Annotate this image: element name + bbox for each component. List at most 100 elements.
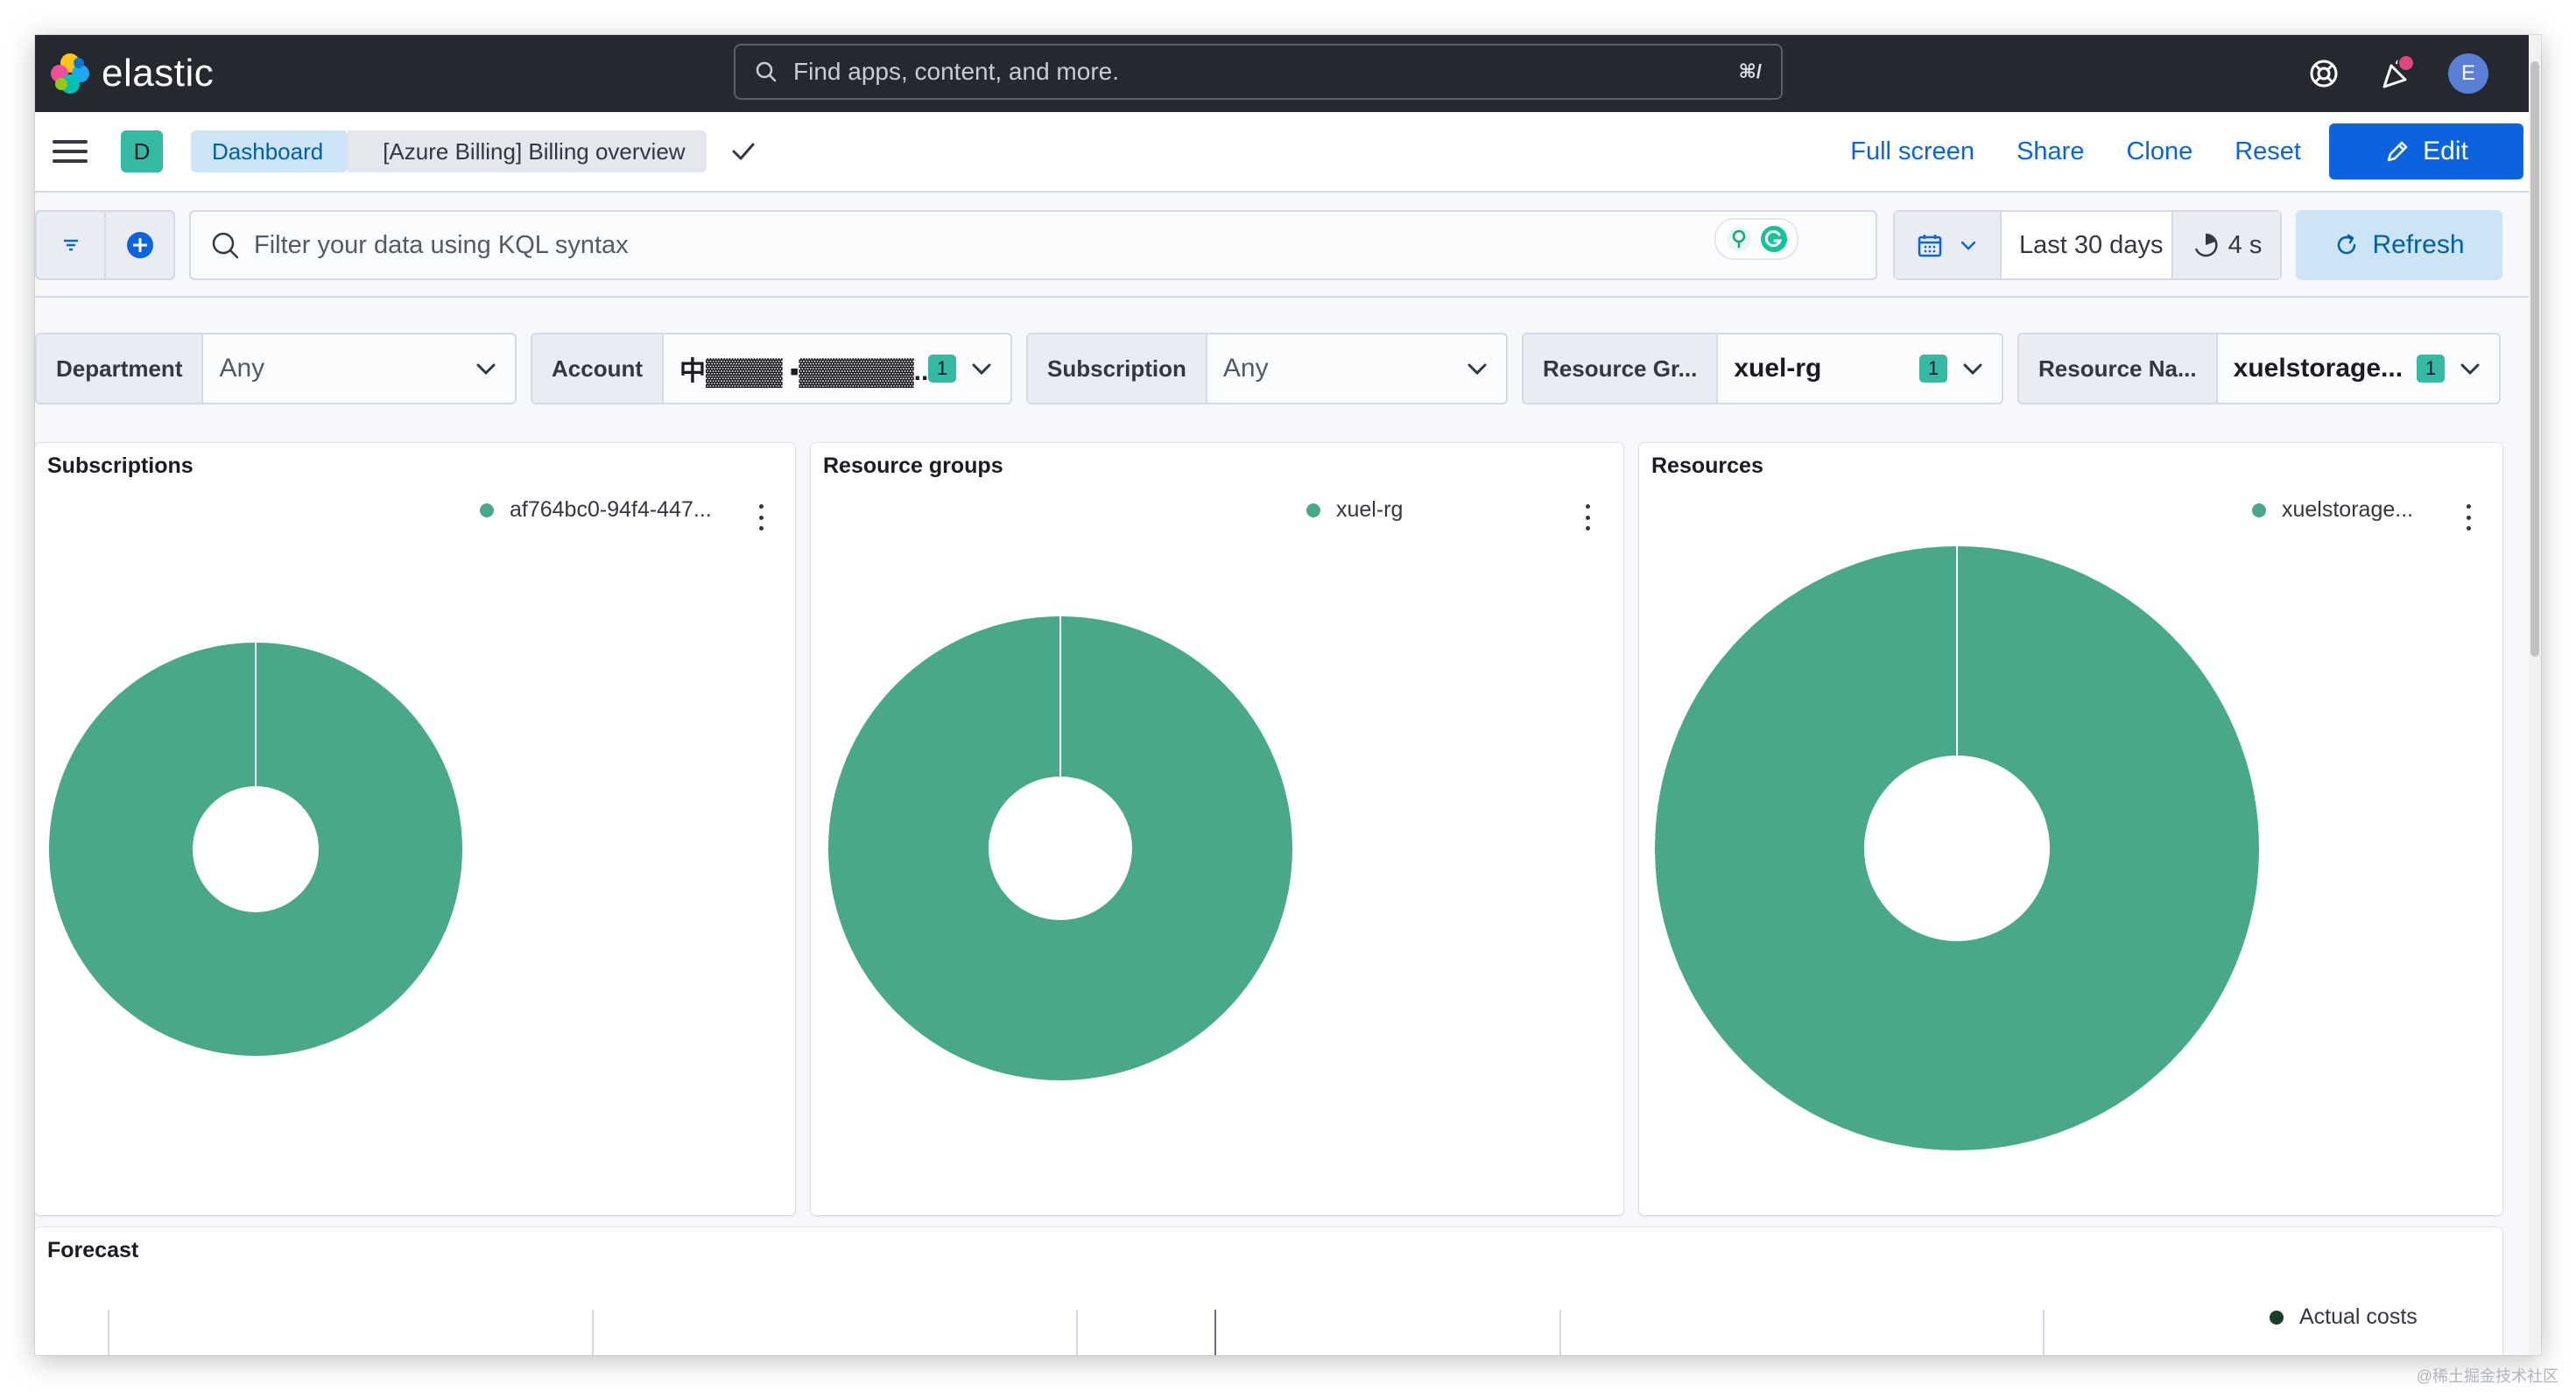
donut-chart [828, 616, 1292, 1080]
time-range-label[interactable]: Last 30 days [2019, 231, 2163, 260]
global-search-input[interactable] [792, 57, 1739, 87]
scrollbar-thumb[interactable] [2530, 61, 2539, 657]
donut-chart [1655, 546, 2259, 1150]
control-label: Resource Na... [2019, 334, 2218, 403]
check-icon[interactable] [729, 137, 757, 165]
logo-text: elastic [102, 52, 215, 95]
control-label: Subscription [1028, 334, 1207, 403]
refresh-button[interactable]: Refresh [2296, 210, 2502, 280]
breadcrumb-current: [Azure Billing] Billing overview [348, 130, 707, 172]
space-avatar[interactable]: D [121, 130, 163, 172]
legend-item[interactable]: xuel-rg [1306, 497, 1403, 523]
chevron-down-icon [476, 363, 496, 376]
control-value: Any [1222, 354, 1269, 383]
quick-menu-button[interactable] [1895, 212, 2002, 278]
control-subscription[interactable]: Subscription Any [1026, 333, 1508, 404]
refresh-interval-icon [2194, 233, 2218, 257]
refresh-label: Refresh [2372, 230, 2465, 259]
filter-icon [63, 239, 78, 251]
news-feed-icon[interactable] [2376, 54, 2415, 93]
control-label: Department [37, 334, 204, 403]
chevron-down-icon [1960, 241, 1976, 250]
global-search[interactable]: ⌘/ [734, 44, 1783, 100]
control-resource-name[interactable]: Resource Na... xuelstorage... 1 [2017, 333, 2501, 404]
chevron-down-icon [972, 363, 991, 376]
search-icon [212, 232, 239, 259]
selection-count-badge: 1 [1919, 355, 1947, 383]
time-picker: Last 30 days 4 s [1893, 210, 2282, 280]
query-bar: Last 30 days 4 s Refresh [35, 210, 2541, 280]
panel-forecast: Forecast Actual costs [35, 1227, 2502, 1355]
control-value: 中▓▓▓▓ ▪▓▓▓▓▓▓... [679, 357, 928, 386]
elastic-logo-icon [51, 53, 89, 94]
panel-resource-groups: Resource groups xuel-rg [811, 443, 1623, 1215]
kql-search-input[interactable] [252, 229, 1876, 261]
keyboard-shortcut: ⌘/ [1738, 60, 1762, 82]
controls-bar: Department Any Account 中▓▓▓▓ ▪▓▓▓▓▓▓... … [35, 333, 2541, 404]
grammarly-icon [1761, 226, 1787, 252]
donut-hole [1864, 756, 2050, 941]
donut-hole [193, 786, 319, 912]
panel-options-icon[interactable] [757, 504, 765, 531]
clone-button[interactable]: Clone [2126, 137, 2192, 166]
search-icon [756, 61, 777, 82]
panel-title: Resources [1651, 453, 1763, 478]
watermark: @稀土掘金技术社区 [2416, 1367, 2558, 1385]
forecast-gridlines [108, 1310, 2045, 1355]
legend-label: xuel-rg [1336, 497, 1404, 522]
extension-badges[interactable] [1714, 218, 1798, 260]
selection-count-badge: 1 [2417, 355, 2445, 383]
share-button[interactable]: Share [2016, 137, 2084, 166]
full-screen-button[interactable]: Full screen [1850, 137, 1974, 166]
legend-label: xuelstorage... [2282, 497, 2414, 522]
control-resource-group[interactable]: Resource Gr... xuel-rg 1 [1522, 333, 2003, 404]
help-icon[interactable] [2305, 54, 2343, 93]
user-avatar[interactable]: E [2448, 53, 2488, 94]
divider [35, 296, 2541, 298]
panel-resources: Resources xuelstorage... [1639, 443, 2502, 1215]
auto-refresh-interval[interactable]: 4 s [2171, 212, 2280, 278]
breadcrumb: Dashboard [Azure Billing] Billing overvi… [191, 130, 707, 172]
legend-item[interactable]: af764bc0-94f4-447... [480, 497, 712, 523]
legend-label: af764bc0-94f4-447... [510, 497, 712, 522]
filter-controls [35, 210, 175, 280]
calendar-icon [1918, 235, 1942, 257]
add-filter-button[interactable] [104, 212, 173, 278]
control-account[interactable]: Account 中▓▓▓▓ ▪▓▓▓▓▓▓... 1 [531, 333, 1012, 404]
refresh-icon [2338, 234, 2356, 255]
control-value: xuelstorage... [2233, 354, 2404, 383]
browser-window: elastic ⌘/ [35, 35, 2541, 1355]
edit-label: Edit [2423, 137, 2468, 165]
menu-icon[interactable] [53, 134, 88, 169]
chevron-down-icon [1963, 363, 1982, 376]
control-label: Account [532, 334, 664, 403]
breadcrumb-dashboard[interactable]: Dashboard [191, 130, 366, 172]
chevron-down-icon [1467, 363, 1487, 376]
panel-title: Resource groups [823, 453, 1003, 478]
legend-item[interactable]: xuelstorage... [2252, 497, 2413, 523]
panel-options-icon[interactable] [1583, 504, 1592, 531]
elastic-logo[interactable]: elastic [47, 51, 214, 96]
donut-hole [989, 777, 1132, 920]
dashboard-navbar: D Dashboard [Azure Billing] Billing over… [35, 112, 2541, 193]
refresh-interval-label: 4 s [2228, 230, 2263, 259]
edit-button[interactable]: Edit [2329, 123, 2523, 179]
plus-circle-icon [126, 232, 153, 258]
donut-chart [49, 643, 462, 1056]
panel-title: Subscriptions [47, 453, 194, 478]
pencil-icon [2387, 141, 2408, 162]
legend-color-swatch [480, 503, 494, 517]
control-label: Resource Gr... [1524, 334, 1719, 403]
legend-color-swatch [2252, 503, 2266, 517]
control-value: Any [219, 354, 265, 383]
chevron-down-icon [2460, 363, 2480, 376]
selection-count-badge: 1 [928, 355, 956, 383]
panel-options-icon[interactable] [2464, 504, 2473, 531]
top-header: elastic ⌘/ [35, 35, 2541, 112]
kql-search[interactable] [189, 210, 1877, 280]
filter-menu-button[interactable] [37, 212, 104, 278]
reset-button[interactable]: Reset [2235, 137, 2301, 166]
panel-title: Forecast [47, 1238, 139, 1262]
control-department[interactable]: Department Any [35, 333, 517, 404]
notification-dot [2397, 54, 2415, 72]
